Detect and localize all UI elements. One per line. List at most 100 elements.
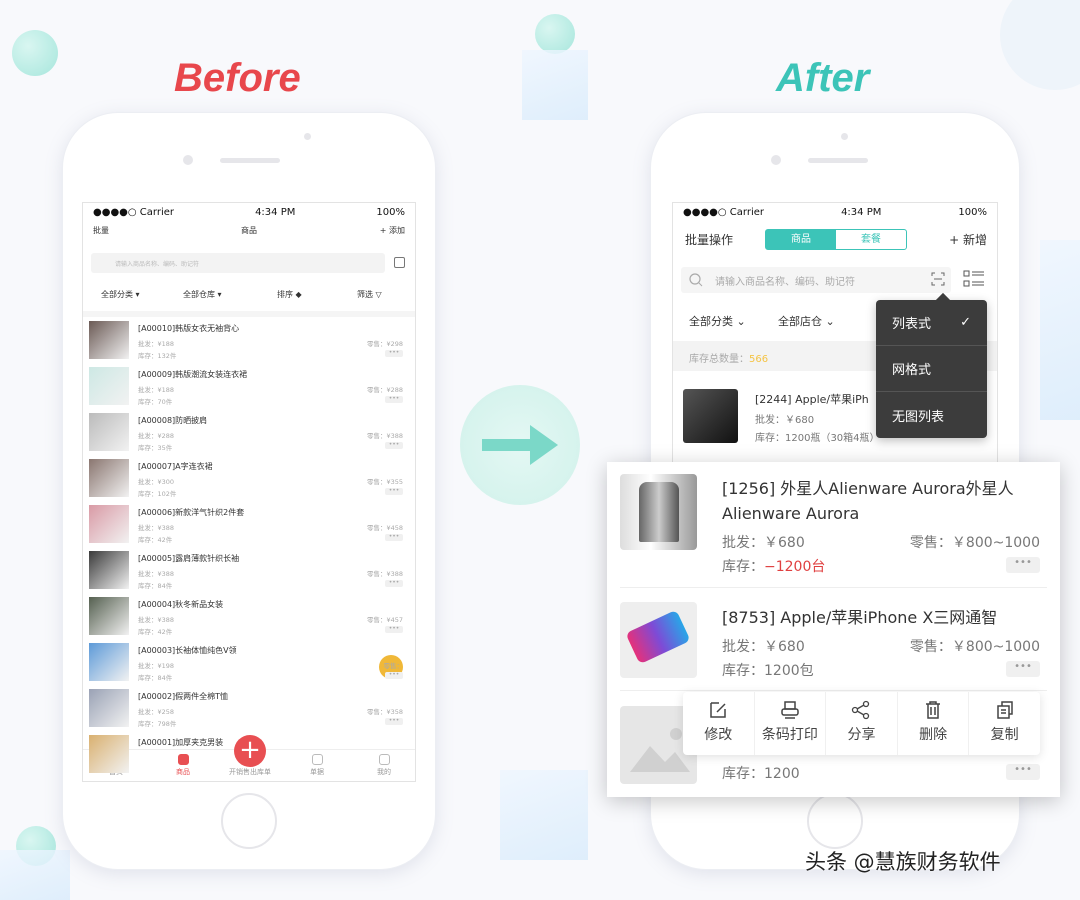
product-stock-label: 库存： — [722, 559, 764, 575]
product-thumbnail — [89, 689, 129, 727]
product-name: [A00002]假两件全棉T恤 — [138, 692, 229, 701]
product-wholesale: 批发：¥288 — [138, 432, 175, 440]
product-name: [A00006]新款洋气针织2件套 — [138, 508, 245, 517]
action-label: 复制 — [990, 727, 1019, 743]
filter-3[interactable]: 筛选 ▽ — [357, 289, 382, 300]
share-icon — [852, 700, 870, 720]
product-retail: 零售：¥298 — [366, 340, 403, 348]
more-button[interactable]: ••• — [385, 534, 403, 541]
more-button[interactable]: ••• — [385, 350, 403, 357]
filter-warehouse[interactable]: 全部店仓 ⌄ — [778, 313, 835, 329]
list-item[interactable]: [A00004]秋冬新品女装 批发：¥388 库存：42件 零售：¥457 ••• — [83, 595, 415, 641]
edit-icon — [710, 702, 727, 718]
search-input[interactable]: 请输入商品名称、编码、助记符 — [681, 267, 951, 293]
product-stock: 库存：84件 — [138, 582, 173, 590]
home-button[interactable] — [221, 793, 277, 849]
view-mode-icon[interactable] — [963, 269, 985, 289]
product-name: [2244] Apple/苹果iPh — [755, 393, 869, 406]
product-retail: 零售：¥388 — [366, 432, 403, 440]
filter-2[interactable]: 排序 ◆ — [277, 289, 302, 300]
list-item[interactable]: [A00005]露肩薄款针织长袖 批发：¥388 库存：84件 零售：¥388 ••• — [83, 549, 415, 595]
product-thumbnail — [89, 735, 129, 773]
product-name: [A00010]韩版女衣无袖背心 — [138, 324, 240, 333]
list-item[interactable]: [A00003]长袖体恤纯色V领 批发：¥198 库存：84件 零售： ••• — [83, 641, 415, 687]
menu-item-0[interactable]: 列表式 ✓ — [876, 300, 987, 346]
list-item[interactable]: [A00009]韩版潮流女装连衣裙 批发：¥188 库存：70件 零售：¥288 ••• — [83, 365, 415, 411]
add-button[interactable]: + 添加 — [380, 225, 405, 236]
more-button[interactable]: ••• — [1006, 557, 1040, 573]
product-thumbnail — [89, 505, 129, 543]
list-item[interactable]: [A00007]A字连衣裙 批发：¥300 库存：102件 零售：¥355 ••• — [83, 457, 415, 503]
menu-item-2[interactable]: 无图列表 — [876, 392, 987, 438]
tab-package[interactable]: 套餐 — [836, 230, 906, 249]
more-button[interactable]: ••• — [385, 718, 403, 725]
product-name: [A00008]防晒披肩 — [138, 416, 208, 425]
before-title: Before — [174, 56, 301, 100]
product-stock: 库存：798件 — [138, 720, 177, 728]
product-stock: 库存：42件 — [138, 628, 173, 636]
add-new-button[interactable]: + 新增 — [949, 231, 987, 248]
product-image-iphone — [620, 602, 697, 678]
list-item[interactable]: [A00002]假两件全棉T恤 批发：¥258 库存：798件 零售：¥358 ••• — [83, 687, 415, 733]
action-printer[interactable]: 条码打印 — [755, 692, 827, 755]
menu-item-label: 无图列表 — [892, 409, 945, 425]
product-stock: 库存：1200 — [722, 766, 800, 782]
filter-category[interactable]: 全部分类 ⌄ — [689, 313, 746, 329]
batch-button[interactable]: 批量 — [93, 225, 109, 236]
more-button[interactable]: ••• — [385, 396, 403, 403]
batch-operation-button[interactable]: 批量操作 — [685, 231, 733, 248]
product-wholesale: 批发：¥198 — [138, 662, 175, 670]
search-icon — [689, 273, 703, 287]
product-wholesale: 批发：¥188 — [138, 386, 175, 394]
menu-item-1[interactable]: 网格式 — [876, 346, 987, 392]
battery: 100% — [376, 206, 405, 218]
decor-cube — [1040, 240, 1080, 420]
more-button[interactable]: ••• — [385, 626, 403, 633]
scan-icon[interactable] — [394, 257, 405, 268]
tab-goods[interactable]: 商品 — [766, 230, 836, 249]
watermark: 头条 @慧族财务软件 — [805, 850, 1001, 874]
product-wholesale: 批发：¥388 — [138, 524, 175, 532]
list-item[interactable]: [A00001]加厚夹克男装 — [83, 733, 415, 779]
before-screen: ●●●●○ Carrier 4:34 PM 100% 批量 商品 + 添加 请输入商… — [82, 202, 416, 782]
action-edit[interactable]: 修改 — [683, 692, 755, 755]
more-button[interactable]: ••• — [385, 672, 403, 679]
search-placeholder: 请输入商品名称、编码、助记符 — [715, 277, 855, 288]
status-bar: ●●●●○ Carrier 4:34 PM 100% — [673, 203, 997, 221]
product-stock: 库存：1200包 — [722, 663, 814, 679]
list-item[interactable]: [A00008]防晒披肩 批发：¥288 库存：35件 零售：¥388 ••• — [83, 411, 415, 457]
product-thumbnail — [89, 597, 129, 635]
stock-label: 库存总数量： — [689, 354, 749, 365]
action-trash[interactable]: 删除 — [898, 692, 970, 755]
action-copy[interactable]: 复制 — [969, 692, 1040, 755]
action-share[interactable]: 分享 — [826, 692, 898, 755]
list-item[interactable]: [A00006]新款洋气针织2件套 批发：¥388 库存：42件 零售：¥458 ••• — [83, 503, 415, 549]
home-button[interactable] — [807, 793, 863, 849]
more-button[interactable]: ••• — [385, 580, 403, 587]
product-wholesale: 批发：￥680 — [722, 639, 805, 655]
filter-1[interactable]: 全部仓库 ▾ — [183, 289, 222, 300]
camera — [183, 155, 193, 165]
product-stock: 库存：42件 — [138, 536, 173, 544]
decor-bubble — [1000, 0, 1080, 90]
more-button[interactable]: ••• — [385, 488, 403, 495]
product-thumbnail — [89, 413, 129, 451]
list-item[interactable]: [A00010]韩版女衣无袖背心 批发：¥188 库存：132件 零售：¥298 ••• — [83, 319, 415, 365]
product-retail: 零售：¥457 — [366, 616, 403, 624]
product-stock: 库存：35件 — [138, 444, 173, 452]
more-button[interactable]: ••• — [1006, 764, 1040, 780]
action-bar: 修改 条码打印 分享 删除 复制 — [683, 692, 1040, 755]
more-button[interactable]: ••• — [385, 442, 403, 449]
filter-0[interactable]: 全部分类 ▾ — [101, 289, 140, 300]
product-stock: 库存：84件 — [138, 674, 173, 682]
product-name: [A00003]长袖体恤纯色V领 — [138, 646, 237, 655]
product-stock: 库存：70件 — [138, 398, 173, 406]
divider — [83, 311, 415, 317]
product-retail: 零售：￥800~1000 — [909, 639, 1040, 655]
product-retail: 零售：¥355 — [366, 478, 403, 486]
product-name: [A00001]加厚夹克男装 — [138, 738, 224, 747]
scan-icon[interactable] — [931, 272, 945, 286]
more-button[interactable]: ••• — [1006, 661, 1040, 677]
search-input[interactable]: 请输入商品名称、编码、助记符 — [91, 253, 385, 273]
product-thumbnail — [89, 459, 129, 497]
